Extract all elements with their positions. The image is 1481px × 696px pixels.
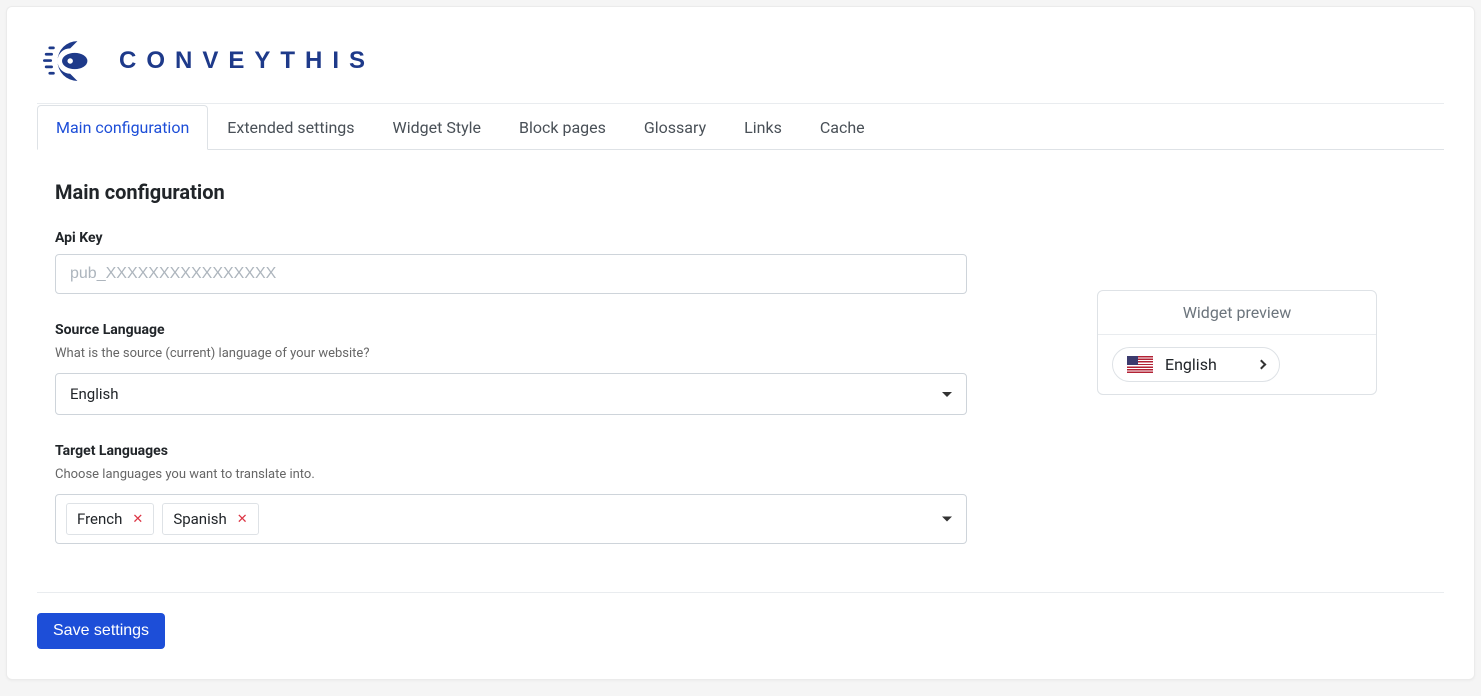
source-language-select[interactable]: English: [55, 373, 967, 415]
widget-preview-title: Widget preview: [1098, 291, 1376, 335]
api-key-input[interactable]: [55, 254, 967, 294]
brand-mark-icon: [43, 37, 101, 85]
remove-icon[interactable]: ✕: [132, 513, 143, 526]
section-title: Main configuration: [55, 180, 967, 204]
widget-preview-box: Widget preview English: [1097, 290, 1377, 395]
settings-tabs: Main configuration Extended settings Wid…: [37, 104, 1444, 150]
flag-us-icon: [1127, 356, 1153, 373]
current-language-label: English: [1165, 355, 1217, 374]
target-language-tag-french: French ✕: [66, 503, 154, 535]
tab-widget-style[interactable]: Widget Style: [374, 105, 500, 150]
field-source-language: Source Language What is the source (curr…: [55, 322, 967, 415]
chevron-right-icon: [1257, 360, 1267, 370]
brand-wordmark: CONVEYTHIS: [119, 47, 375, 75]
brand-logo: CONVEYTHIS: [37, 27, 1444, 103]
tab-glossary[interactable]: Glossary: [625, 105, 725, 150]
widget-preview-body: English: [1098, 335, 1376, 394]
target-language-tag-spanish: Spanish ✕: [162, 503, 258, 535]
tag-label: French: [77, 510, 122, 528]
target-languages-select[interactable]: French ✕ Spanish ✕: [55, 494, 967, 544]
source-language-label: Source Language: [55, 322, 967, 338]
footer: Save settings: [37, 592, 1444, 649]
source-language-hint: What is the source (current) language of…: [55, 346, 967, 361]
field-target-languages: Target Languages Choose languages you wa…: [55, 443, 967, 544]
field-api-key: Api Key: [55, 230, 967, 294]
preview-column: Widget preview English: [1007, 180, 1444, 395]
source-language-value: English: [70, 385, 119, 403]
tab-extended-settings[interactable]: Extended settings: [208, 105, 373, 150]
save-button[interactable]: Save settings: [37, 613, 165, 649]
caret-down-icon: [942, 517, 952, 522]
settings-card: CONVEYTHIS Main configuration Extended s…: [6, 6, 1475, 680]
tab-cache[interactable]: Cache: [801, 105, 884, 150]
tab-links[interactable]: Links: [725, 105, 801, 150]
tab-block-pages[interactable]: Block pages: [500, 105, 625, 150]
language-switcher[interactable]: English: [1112, 347, 1280, 382]
content-row: Main configuration Api Key Source Langua…: [37, 150, 1444, 572]
tag-label: Spanish: [173, 510, 226, 528]
api-key-label: Api Key: [55, 230, 967, 246]
tab-main-configuration[interactable]: Main configuration: [37, 105, 208, 150]
target-languages-hint: Choose languages you want to translate i…: [55, 467, 967, 482]
caret-down-icon: [942, 392, 952, 397]
form-column: Main configuration Api Key Source Langua…: [37, 180, 967, 572]
remove-icon[interactable]: ✕: [237, 513, 248, 526]
target-languages-label: Target Languages: [55, 443, 967, 459]
